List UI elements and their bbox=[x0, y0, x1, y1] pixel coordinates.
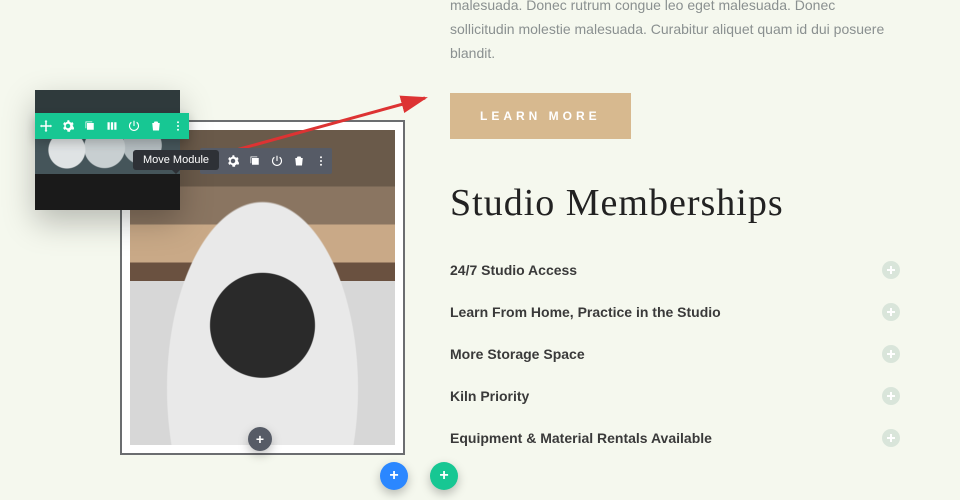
power-icon[interactable] bbox=[266, 148, 288, 174]
gear-icon[interactable] bbox=[57, 113, 79, 139]
accordion-label: Equipment & Material Rentals Available bbox=[450, 430, 712, 446]
editor-canvas: + Move Module bbox=[0, 0, 440, 500]
add-module-button[interactable]: + bbox=[248, 427, 272, 451]
more-icon[interactable] bbox=[167, 113, 189, 139]
accordion-item[interactable]: Equipment & Material Rentals Available bbox=[450, 417, 900, 459]
plus-icon bbox=[882, 387, 900, 405]
content-column: malesuada. Donec rutrum congue leo eget … bbox=[440, 0, 960, 500]
learn-more-button[interactable]: LEARN MORE bbox=[450, 93, 631, 139]
move-icon[interactable] bbox=[35, 113, 57, 139]
accordion-item[interactable]: More Storage Space bbox=[450, 333, 900, 375]
plus-icon bbox=[882, 345, 900, 363]
accordion-label: Kiln Priority bbox=[450, 388, 529, 404]
power-icon[interactable] bbox=[123, 113, 145, 139]
accordion-item[interactable]: Learn From Home, Practice in the Studio bbox=[450, 291, 900, 333]
add-section-button[interactable]: + bbox=[380, 462, 408, 490]
accordion-label: More Storage Space bbox=[450, 346, 585, 362]
duplicate-icon[interactable] bbox=[79, 113, 101, 139]
accordion-label: 24/7 Studio Access bbox=[450, 262, 577, 278]
module-toolbar bbox=[200, 148, 332, 174]
plus-icon bbox=[882, 303, 900, 321]
accordion-item[interactable]: Kiln Priority bbox=[450, 375, 900, 417]
plus-icon bbox=[882, 261, 900, 279]
duplicate-icon[interactable] bbox=[244, 148, 266, 174]
row-toolbar bbox=[35, 113, 189, 139]
gear-icon[interactable] bbox=[222, 148, 244, 174]
memberships-heading: Studio Memberships bbox=[450, 181, 900, 225]
accordion: 24/7 Studio Access Learn From Home, Prac… bbox=[450, 249, 900, 459]
more-icon[interactable] bbox=[310, 148, 332, 174]
accordion-label: Learn From Home, Practice in the Studio bbox=[450, 304, 721, 320]
trash-icon[interactable] bbox=[145, 113, 167, 139]
move-module-tooltip: Move Module bbox=[133, 150, 219, 170]
trash-icon[interactable] bbox=[288, 148, 310, 174]
accordion-item[interactable]: 24/7 Studio Access bbox=[450, 249, 900, 291]
columns-icon[interactable] bbox=[101, 113, 123, 139]
plus-icon bbox=[882, 429, 900, 447]
intro-paragraph: malesuada. Donec rutrum congue leo eget … bbox=[450, 0, 900, 65]
